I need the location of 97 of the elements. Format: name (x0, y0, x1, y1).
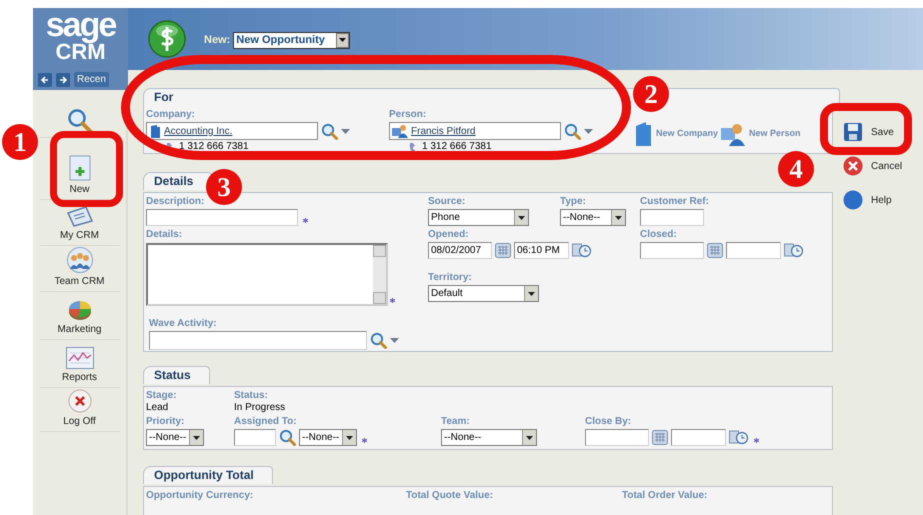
field-label: Customer Ref: (640, 196, 710, 208)
sidebar-item[interactable]: Reports (40, 340, 120, 388)
dropdown-arrow-icon (339, 38, 346, 42)
dollar-icon (148, 20, 186, 58)
clock-icon[interactable] (784, 243, 804, 258)
clock-icon[interactable] (572, 243, 592, 258)
lookup-field[interactable]: Accounting Inc. (146, 122, 318, 140)
clock-icon[interactable] (729, 430, 749, 445)
sidebar-item[interactable]: New (40, 138, 120, 200)
building-icon (634, 121, 652, 147)
field-label: Description: (146, 196, 206, 208)
sidebar-item[interactable]: Team CRM (40, 246, 120, 292)
person-icon (392, 124, 408, 138)
select-field[interactable]: New Opportunity (233, 32, 350, 48)
select-field[interactable]: --None-- (441, 429, 537, 446)
text-field[interactable] (149, 331, 367, 350)
select-field[interactable]: Phone (428, 209, 529, 226)
action-button[interactable]: Help (843, 190, 902, 210)
dropdown-arrow-icon (526, 436, 533, 440)
calendar-icon[interactable] (707, 243, 723, 258)
field-label: Territory: (428, 272, 473, 284)
field-label: Assigned To: (234, 416, 298, 428)
line-chart-icon (66, 347, 94, 369)
record-link[interactable]: Accounting Inc. (164, 124, 232, 138)
calendar-icon[interactable] (495, 243, 511, 258)
building-icon (149, 124, 161, 138)
text-field[interactable]: 08/02/2007 (428, 242, 492, 259)
search-icon[interactable] (321, 122, 338, 140)
record-link[interactable]: Francis Pitford (411, 124, 476, 138)
field-label: Person: (389, 109, 428, 121)
field-label: Closed: (640, 229, 678, 241)
field-label: Close By: (585, 416, 632, 428)
search-icon[interactable] (370, 332, 387, 349)
dropdown-arrow-icon (584, 128, 593, 134)
person-icon (721, 122, 746, 146)
field-label: Opportunity Currency: (146, 490, 254, 502)
scrollbar[interactable] (373, 245, 386, 304)
field-label: Opened: (428, 229, 470, 241)
dropdown-arrow-icon (390, 338, 399, 343)
field-value: In Progress (234, 402, 286, 413)
text-field[interactable] (726, 242, 781, 259)
dropdown-arrow-icon (528, 292, 535, 296)
text-field[interactable] (640, 242, 704, 259)
search-icon[interactable] (564, 122, 581, 140)
select-field[interactable]: Default (428, 285, 539, 302)
field-label: Team: (441, 416, 471, 428)
cancel-icon (843, 156, 863, 176)
field-label: Total Quote Value: (406, 490, 494, 502)
field-label: Type: (560, 196, 587, 208)
text-field[interactable]: 06:10 PM (514, 242, 569, 259)
field-label: Total Order Value: (622, 490, 708, 502)
action-button[interactable]: Save (843, 122, 902, 142)
text-field[interactable] (234, 429, 276, 446)
text-field[interactable] (671, 429, 726, 446)
text-area[interactable] (146, 243, 388, 306)
forward-button[interactable] (56, 72, 70, 86)
number-marker: 1 (2, 124, 38, 160)
pie-chart-icon (68, 299, 92, 321)
close-icon (68, 389, 92, 413)
field-label: Status: (234, 390, 269, 402)
forward-arrow-icon (59, 76, 67, 84)
people-icon (64, 247, 94, 273)
new-label: New: (204, 32, 230, 48)
search-icon[interactable] (279, 429, 296, 446)
sidebar-item[interactable]: Log Off (40, 388, 120, 432)
document-icon (64, 205, 94, 227)
field-label: Priority: (146, 416, 186, 428)
field-label: Stage: (146, 390, 178, 402)
dropdown-arrow-icon (193, 436, 200, 440)
field-label: Wave Activity: (149, 318, 218, 330)
sidebar-item[interactable]: Marketing (40, 292, 120, 340)
text-field[interactable] (146, 209, 298, 226)
sidebar-item[interactable]: My CRM (40, 200, 120, 246)
phone-icon (409, 142, 416, 152)
select-field[interactable]: --None-- (560, 209, 626, 226)
dropdown-arrow-icon (615, 216, 622, 220)
dropdown-arrow-icon (518, 216, 525, 220)
back-arrow-icon (41, 76, 49, 84)
field-value: Lead (146, 402, 170, 413)
phone-number: 1 312 666 7381 (422, 141, 492, 152)
back-button[interactable] (38, 72, 52, 86)
text-field[interactable] (640, 209, 704, 226)
field-label: Details: (146, 229, 184, 241)
dropdown-arrow-icon (346, 436, 353, 440)
dropdown-arrow-icon (341, 128, 350, 134)
lookup-field[interactable]: Francis Pitford (389, 122, 561, 140)
calendar-icon[interactable] (652, 430, 668, 445)
phone-number: 1 312 666 7381 (179, 141, 249, 152)
field-label: Company: (146, 109, 196, 121)
text-field[interactable] (585, 429, 649, 446)
select-field[interactable]: --None-- (299, 429, 357, 446)
field-label: Source: (428, 196, 466, 208)
new-document-icon (68, 155, 90, 181)
action-button[interactable]: Cancel (843, 156, 902, 176)
select-field[interactable]: --None-- (146, 429, 204, 446)
search-icon (66, 108, 92, 134)
recent-button[interactable]: Recen (74, 72, 109, 87)
